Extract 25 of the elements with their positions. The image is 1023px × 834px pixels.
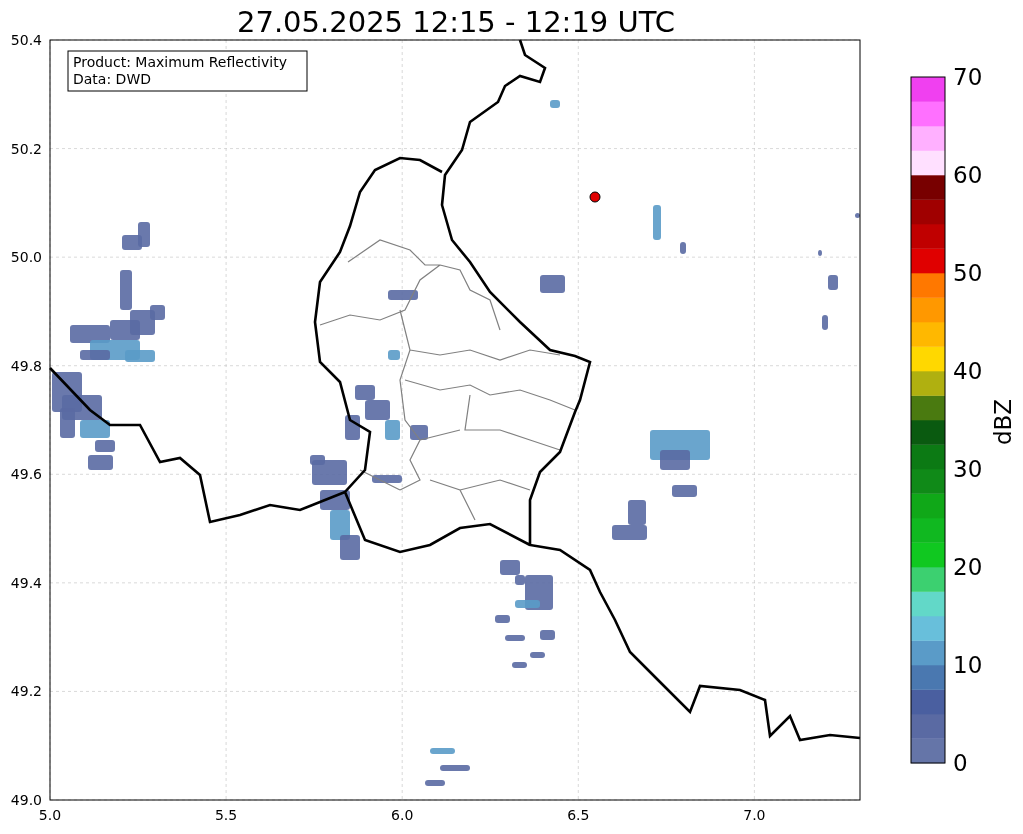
info-box: Product: Maximum Reflectivity Data: DWD [67, 50, 308, 92]
colorbar-tick-label: 20 [953, 554, 983, 580]
plot-title: 27.05.2025 12:15 - 12:19 UTC [237, 5, 675, 39]
axis-tick-label: 50.4 [10, 32, 42, 48]
axis-tick-label: 49.8 [10, 357, 42, 374]
axis-tick-label: 50.0 [10, 249, 42, 266]
location-marker [589, 191, 601, 203]
axis-tick-label: 5.0 [38, 807, 62, 823]
colorbar-tick-label: 0 [953, 750, 968, 776]
axis-tick-label: 7.0 [743, 807, 766, 823]
axis-tick-label: 6.0 [391, 807, 414, 823]
colorbar-label: dBZ [990, 398, 1016, 446]
axis-tick-label: 6.5 [567, 807, 590, 823]
colorbar-tick-label: 30 [953, 456, 983, 482]
colorbar-tick-label: 50 [953, 260, 983, 286]
colorbar-tick-label: 40 [953, 358, 983, 384]
axis-tick-label: 49.4 [10, 574, 42, 591]
axis-tick-label: 5.5 [214, 807, 238, 823]
axis-tick-label: 50.2 [10, 140, 42, 157]
colorbar-tick-label: 70 [953, 64, 983, 90]
axis-tick-label: 49.2 [10, 683, 42, 700]
axis-tick-label: 49.0 [10, 792, 42, 808]
colorbar-tick-label: 10 [953, 652, 983, 678]
colorbar-tick-label: 60 [953, 162, 983, 188]
axis-tick-label: 49.6 [10, 466, 42, 483]
